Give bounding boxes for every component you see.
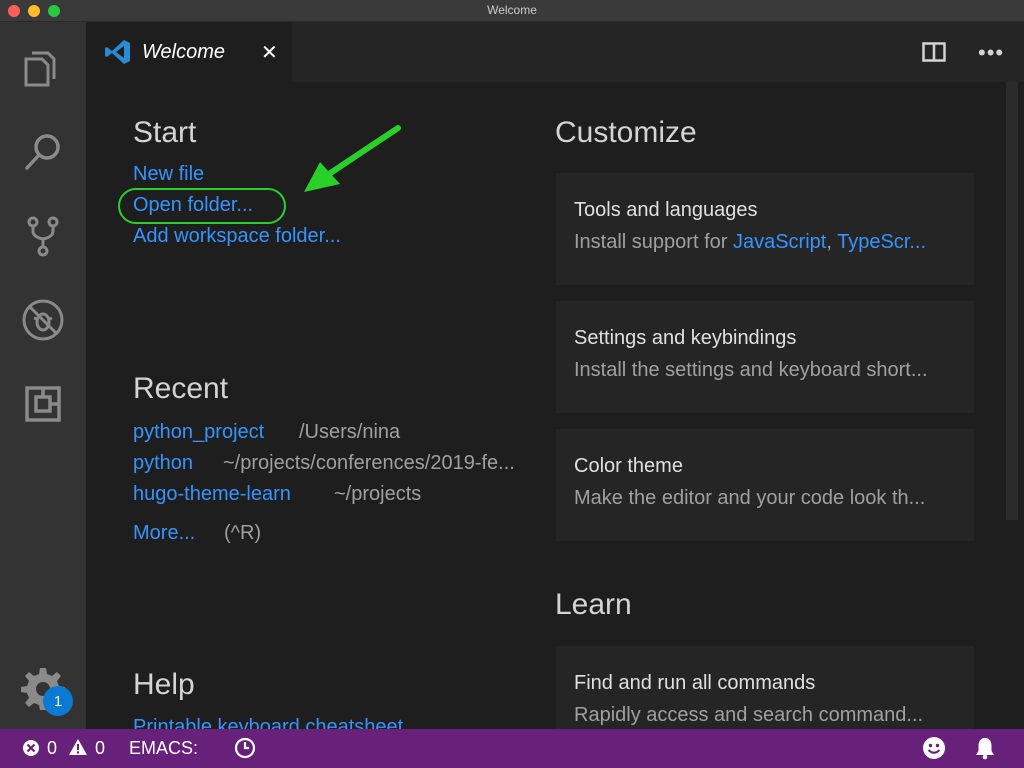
recent-heading: Recent bbox=[133, 372, 229, 405]
editor-tab-bar: Welcome ✕ ••• bbox=[86, 22, 1024, 82]
feedback-smiley-icon[interactable] bbox=[922, 736, 946, 760]
error-count[interactable]: 0 bbox=[47, 738, 57, 759]
editor-scrollbar[interactable] bbox=[1006, 82, 1018, 520]
recent-item-python-project[interactable]: python_project bbox=[133, 421, 264, 444]
search-icon[interactable] bbox=[15, 124, 71, 180]
learn-heading: Learn bbox=[555, 588, 632, 621]
notifications-bell-icon[interactable] bbox=[974, 736, 996, 760]
window-titlebar: Welcome bbox=[0, 0, 1024, 22]
color-theme-card[interactable]: Color theme Make the editor and your cod… bbox=[556, 429, 974, 541]
new-file-link[interactable]: New file bbox=[133, 163, 204, 186]
card-title: Color theme bbox=[574, 455, 683, 477]
javascript-link[interactable]: JavaScript bbox=[733, 231, 826, 253]
card-title: Find and run all commands bbox=[574, 672, 816, 694]
history-clock-icon[interactable] bbox=[234, 737, 256, 759]
error-icon[interactable] bbox=[22, 739, 40, 757]
extensions-icon[interactable] bbox=[15, 376, 71, 432]
source-control-icon[interactable] bbox=[15, 208, 71, 264]
typescript-link[interactable]: TypeScr... bbox=[837, 231, 926, 253]
annotation-arrow-icon bbox=[304, 125, 401, 192]
explorer-icon[interactable] bbox=[15, 40, 71, 96]
card-title: Settings and keybindings bbox=[574, 327, 797, 349]
card-description: Rapidly access and search command... bbox=[574, 704, 924, 726]
recent-item-python[interactable]: python bbox=[133, 452, 193, 475]
card-title: Tools and languages bbox=[574, 199, 758, 221]
recent-item-hugo-theme-learn[interactable]: hugo-theme-learn bbox=[133, 483, 291, 506]
annotation-highlight-oval bbox=[118, 188, 286, 224]
more-actions-icon[interactable]: ••• bbox=[978, 40, 1004, 66]
tab-label: Welcome bbox=[142, 41, 225, 63]
help-heading: Help bbox=[133, 668, 195, 701]
settings-update-badge: 1 bbox=[43, 686, 73, 716]
tools-and-languages-card[interactable]: Tools and languages Install support for … bbox=[556, 173, 974, 285]
find-and-run-commands-card[interactable]: Find and run all commands Rapidly access… bbox=[556, 646, 974, 729]
recent-item-path: ~/projects/conferences/2019-fe... bbox=[223, 452, 515, 474]
status-bar: 0 0 EMACS: bbox=[0, 729, 1024, 768]
card-description: Install support for JavaScript, TypeScr.… bbox=[574, 231, 927, 253]
split-editor-icon[interactable] bbox=[922, 42, 946, 62]
vscode-logo-icon bbox=[105, 40, 130, 64]
card-description: Install the settings and keyboard short.… bbox=[574, 359, 928, 381]
tab-close-icon[interactable]: ✕ bbox=[261, 40, 278, 65]
tab-welcome[interactable]: Welcome ✕ bbox=[86, 22, 292, 82]
debug-icon[interactable] bbox=[15, 292, 71, 348]
window-title: Welcome bbox=[487, 3, 537, 17]
recent-more-shortcut: (^R) bbox=[224, 522, 262, 544]
add-workspace-folder-link[interactable]: Add workspace folder... bbox=[133, 225, 341, 248]
warning-count[interactable]: 0 bbox=[95, 738, 105, 759]
emacs-mode-indicator[interactable]: EMACS: bbox=[129, 738, 198, 759]
warning-icon[interactable] bbox=[68, 738, 88, 756]
recent-more-link[interactable]: More... bbox=[133, 522, 195, 545]
start-heading: Start bbox=[133, 116, 197, 149]
activity-bar bbox=[0, 22, 86, 729]
recent-item-path: ~/projects bbox=[334, 483, 422, 505]
settings-and-keybindings-card[interactable]: Settings and keybindings Install the set… bbox=[556, 301, 974, 413]
recent-item-path: /Users/nina bbox=[299, 421, 401, 443]
customize-heading: Customize bbox=[555, 116, 697, 149]
card-description: Make the editor and your code look th... bbox=[574, 487, 926, 509]
